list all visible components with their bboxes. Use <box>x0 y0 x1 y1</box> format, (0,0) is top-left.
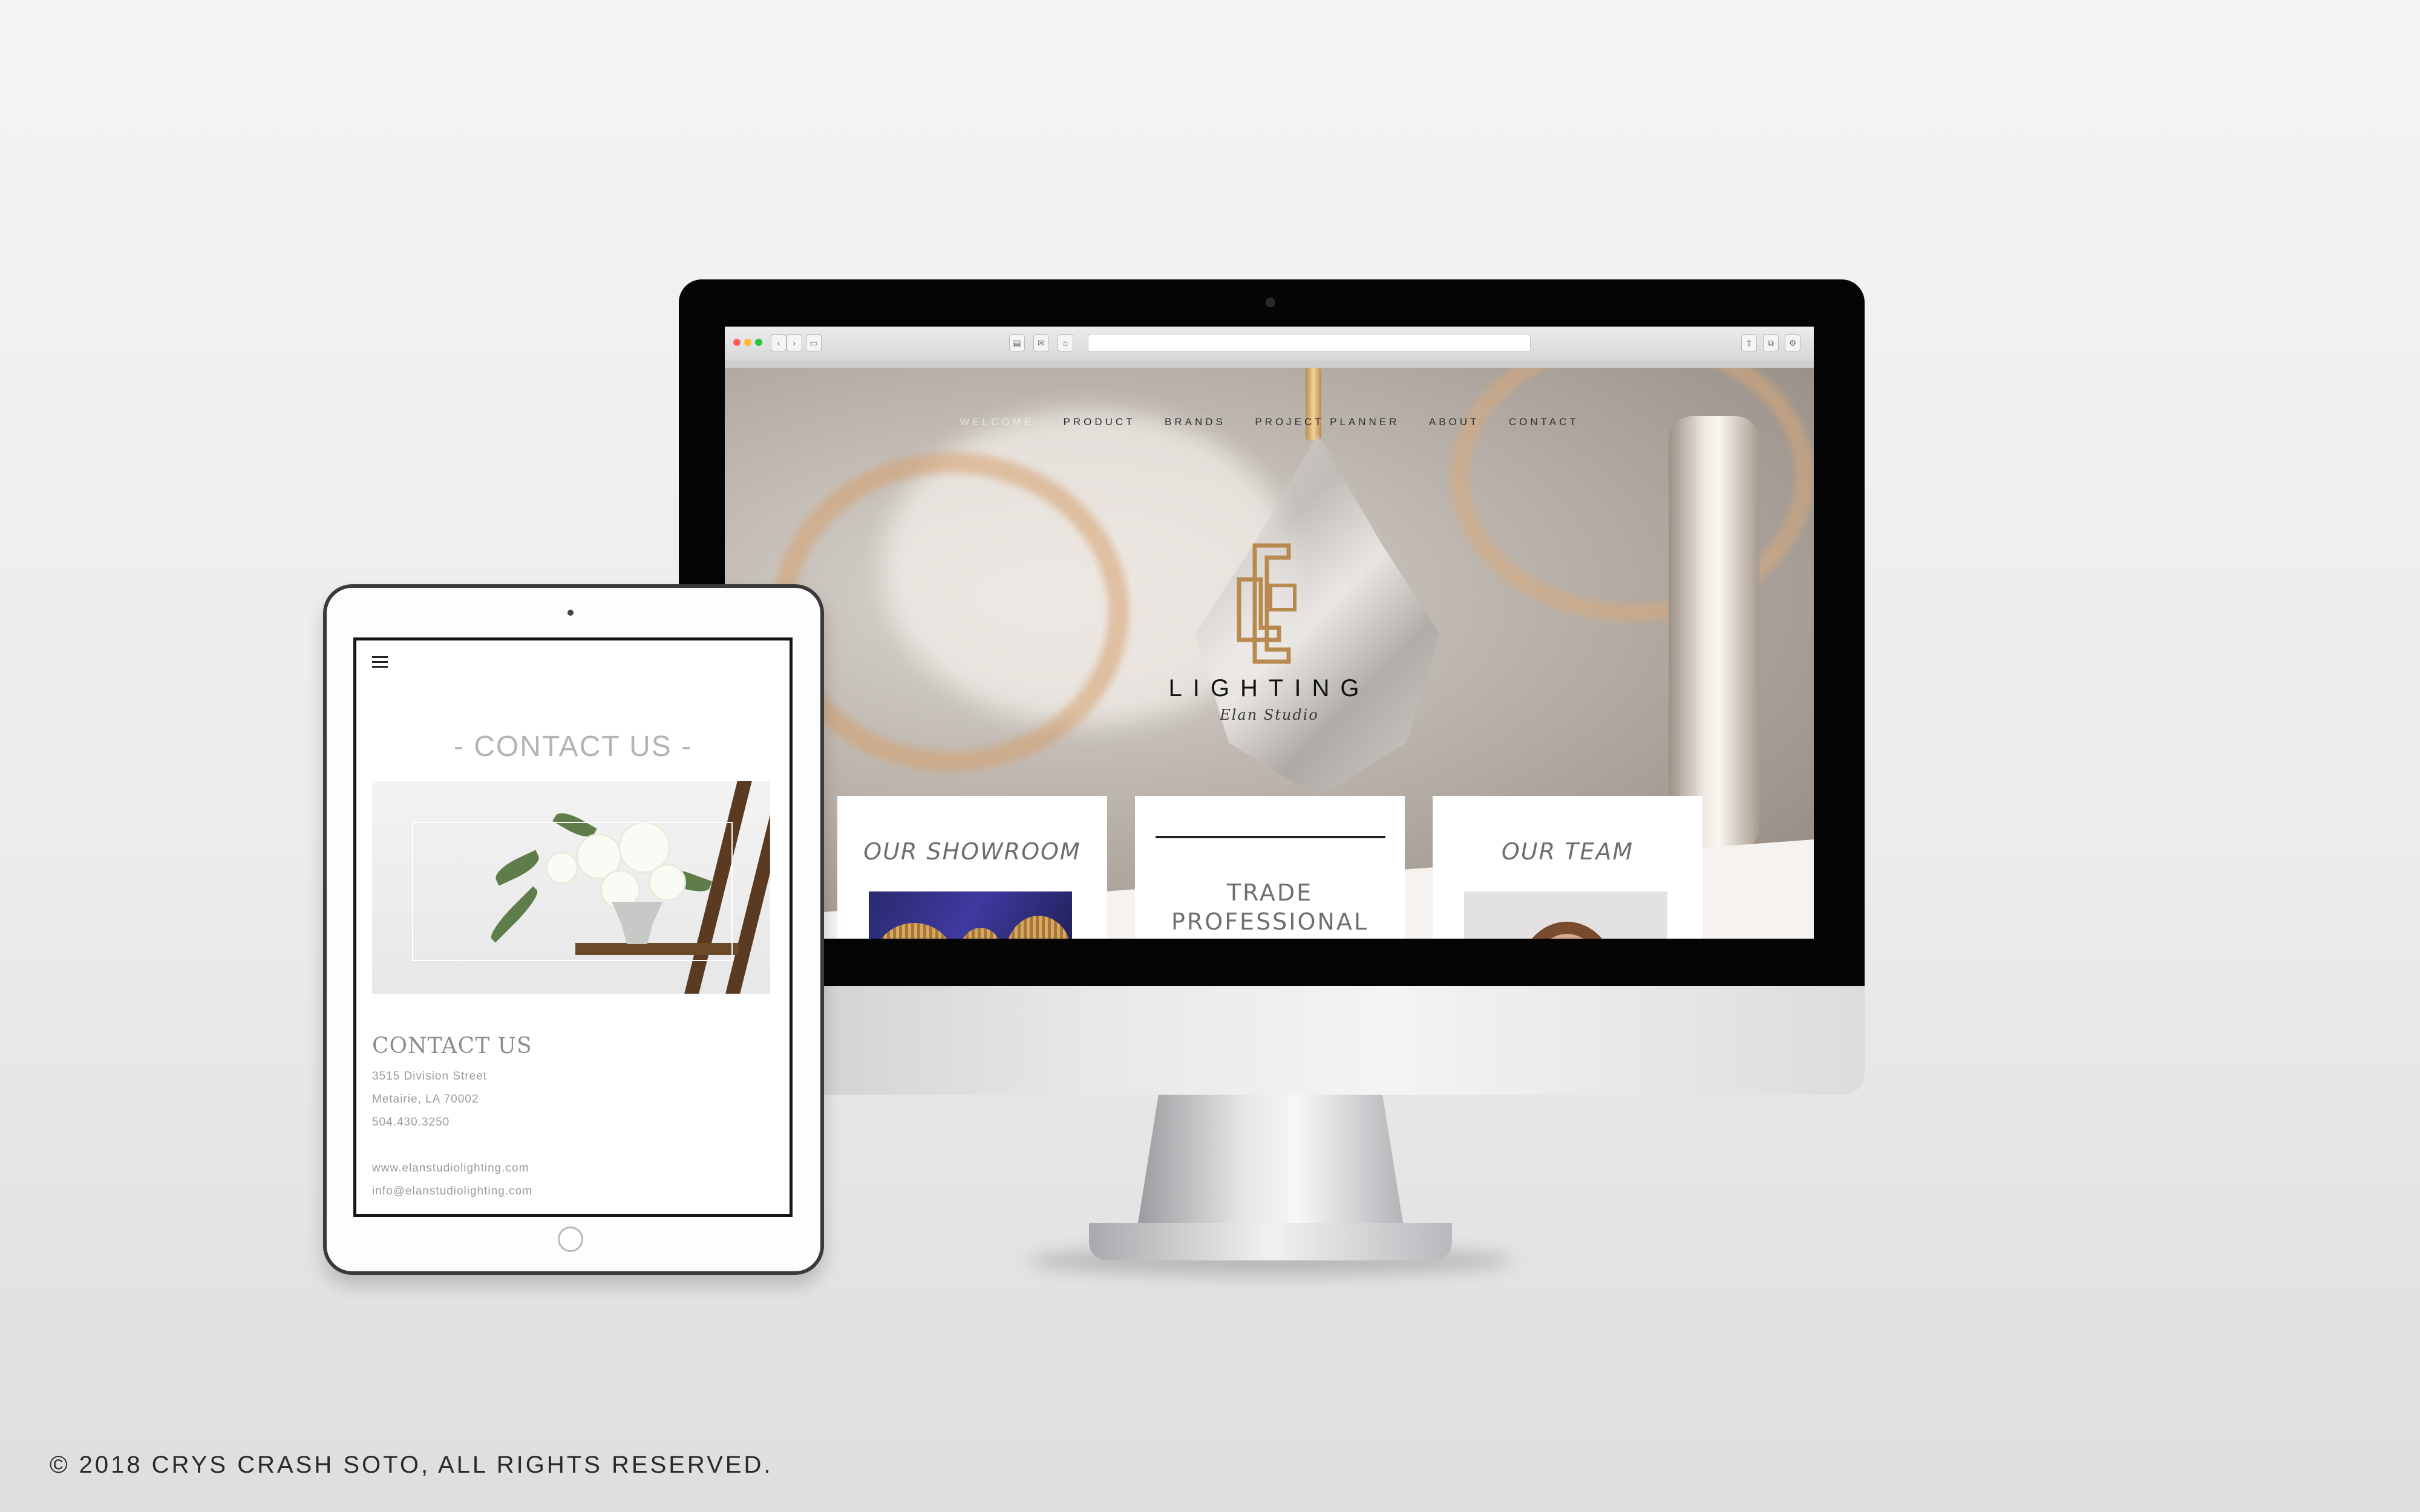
logo-script: Elan Studio <box>1220 706 1319 723</box>
imac-chin <box>679 986 1865 1095</box>
nav-item-about[interactable]: ABOUT <box>1429 416 1480 428</box>
card-title-line1: TRADE <box>1226 879 1313 906</box>
forward-arrow-icon[interactable]: › <box>786 334 802 351</box>
card-our-showroom[interactable]: OUR SHOWROOM <box>837 796 1107 939</box>
card-title: OUR TEAM <box>1501 838 1634 865</box>
camera-icon <box>1266 298 1275 307</box>
imac-stand <box>1137 1093 1404 1227</box>
nav-item-project-planner[interactable]: PROJECT PLANNER <box>1255 416 1399 428</box>
share-icon[interactable]: ⇪ <box>1741 334 1757 351</box>
nav-item-product[interactable]: PRODUCT <box>1064 416 1136 428</box>
card-divider <box>1156 836 1385 838</box>
logo-wordmark: LIGHTING <box>1168 675 1370 702</box>
card-our-team[interactable]: OUR TEAM <box>1433 796 1702 939</box>
contact-subheading: CONTACT US <box>372 1034 532 1058</box>
chandelier-arm <box>1451 368 1814 622</box>
desktop-screen: ‹ › ▭ ▤ ✉ ⌂ ⇪ ⧉ ⚙ WELCOME PRODUCT BRANDS… <box>725 327 1814 939</box>
tabs-icon[interactable]: ⧉ <box>1763 334 1779 351</box>
back-arrow-icon[interactable]: ‹ <box>771 334 786 351</box>
chandelier-chain <box>1306 368 1321 440</box>
hero-banner: WELCOME PRODUCT BRANDS PROJECT PLANNER A… <box>725 368 1814 939</box>
chandelier-arm <box>773 452 1129 772</box>
email-link[interactable]: info@elanstudiolighting.com <box>372 1185 532 1198</box>
contact-heading: - CONTACT US - <box>453 731 693 763</box>
address-line-1: 3515 Division Street <box>372 1070 488 1083</box>
tablet-screen: - CONTACT US - CONTACT US 3515 Division … <box>353 637 793 1217</box>
settings-gear-icon[interactable]: ⚙ <box>1785 334 1800 351</box>
address-bar[interactable] <box>1088 334 1531 352</box>
home-icon[interactable]: ⌂ <box>1058 334 1073 351</box>
card-title-line2: PROFESSIONAL <box>1171 908 1369 935</box>
nav-item-contact[interactable]: CONTACT <box>1509 416 1579 428</box>
team-photo <box>1464 891 1667 939</box>
site-nav: WELCOME PRODUCT BRANDS PROJECT PLANNER A… <box>725 416 1814 428</box>
copyright-text: © 2018 CRYS CRASH SOTO, ALL RIGHTS RESER… <box>50 1452 773 1478</box>
tab-strip <box>725 360 1814 368</box>
phone-number[interactable]: 504.430.3250 <box>372 1116 450 1129</box>
nav-item-brands[interactable]: BRANDS <box>1165 416 1226 428</box>
showroom-photo <box>869 891 1072 939</box>
nav-item-welcome[interactable]: WELCOME <box>960 416 1034 428</box>
minimize-window-icon[interactable] <box>744 339 751 346</box>
card-title: OUR SHOWROOM <box>863 838 1081 865</box>
website-link[interactable]: www.elanstudiolighting.com <box>372 1162 529 1175</box>
address-line-2: Metairie, LA 70002 <box>372 1093 479 1106</box>
maximize-window-icon[interactable] <box>755 339 762 346</box>
flower-arrangement-photo <box>372 781 770 994</box>
logo-monogram-icon <box>1237 543 1297 664</box>
print-icon[interactable]: ▤ <box>1009 334 1025 351</box>
imac-stand-base <box>1089 1223 1452 1260</box>
chandelier-column <box>1669 416 1759 852</box>
home-button-icon[interactable] <box>558 1227 583 1252</box>
pendant-lamp <box>875 923 953 939</box>
sidebar-icon[interactable]: ▭ <box>806 334 822 351</box>
pendant-lamp <box>1006 916 1072 939</box>
browser-toolbar: ‹ › ▭ ▤ ✉ ⌂ ⇪ ⧉ ⚙ <box>725 327 1814 361</box>
close-window-icon[interactable] <box>733 339 741 346</box>
hamburger-menu-icon[interactable] <box>372 656 388 670</box>
ipad-camera-icon <box>567 610 574 616</box>
mail-icon[interactable]: ✉ <box>1033 334 1049 351</box>
photo-frame-outline <box>412 822 733 961</box>
pendant-lamp <box>960 928 1002 939</box>
card-trade-professional[interactable]: TRADE PROFESSIONAL <box>1135 796 1405 939</box>
